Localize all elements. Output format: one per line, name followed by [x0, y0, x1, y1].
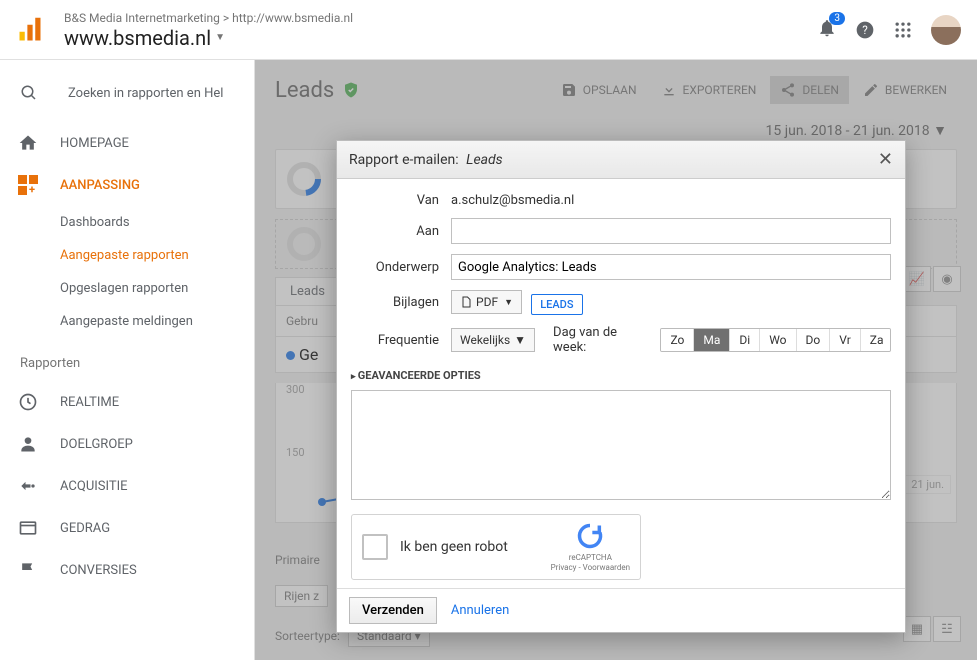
attachment-format-select[interactable]: PDF▼	[451, 290, 522, 314]
acquisition-icon	[18, 476, 38, 496]
subnav-aangepaste-rapporten[interactable]: Aangepaste rapporten	[60, 239, 254, 272]
home-icon	[18, 133, 38, 153]
frequency-select[interactable]: Wekelijks▼	[451, 328, 535, 352]
dow-zo[interactable]: Zo	[661, 329, 694, 351]
recaptcha-checkbox[interactable]	[362, 534, 388, 560]
frequency-label: Frequentie	[351, 333, 451, 348]
attachment-tag: LEADS	[531, 294, 582, 315]
recaptcha-icon	[576, 522, 604, 550]
dow-ma[interactable]: Ma	[694, 329, 730, 351]
dow-za[interactable]: Za	[861, 329, 891, 351]
person-icon	[18, 434, 38, 454]
pdf-icon	[460, 296, 472, 308]
clock-icon	[18, 392, 38, 412]
nav-realtime[interactable]: REALTIME	[0, 381, 254, 423]
nav-acquisitie[interactable]: ACQUISITIE	[0, 465, 254, 507]
recaptcha-brand: reCAPTCHA Privacy - Voorwaarden	[551, 522, 630, 573]
subject-input[interactable]	[451, 254, 891, 280]
recaptcha-label: Ik ben geen robot	[400, 539, 551, 555]
flag-icon	[18, 560, 38, 580]
help-icon[interactable]: ?	[855, 20, 875, 40]
sidebar: Zoeken in rapporten en Hel HOMEPAGE AANP…	[0, 60, 255, 660]
nav-aanpassing[interactable]: AANPASSING	[0, 164, 254, 206]
send-button[interactable]: Verzenden	[349, 597, 437, 624]
behavior-icon	[18, 518, 38, 538]
subject-label: Onderwerp	[351, 260, 451, 275]
avatar[interactable]	[931, 15, 961, 45]
subnav-aangepaste-meldingen[interactable]: Aangepaste meldingen	[60, 305, 254, 338]
notifications-badge: 3	[829, 12, 845, 25]
cancel-link[interactable]: Annuleren	[451, 603, 509, 618]
nav-homepage[interactable]: HOMEPAGE	[0, 122, 254, 164]
svg-text:?: ?	[862, 23, 868, 37]
nav-gedrag[interactable]: GEDRAG	[0, 507, 254, 549]
to-label: Aan	[351, 224, 451, 239]
attachments-label: Bijlagen	[351, 295, 451, 310]
ga-logo-icon	[16, 16, 44, 44]
dow-label: Dag van de week:	[553, 325, 652, 355]
notifications-button[interactable]: 3	[817, 18, 837, 42]
caret-down-icon: ▼	[215, 32, 225, 43]
rapporten-section-label: Rapporten	[0, 338, 254, 381]
domain-title: www.bsmedia.nl▼	[64, 26, 353, 50]
nav-conversies[interactable]: CONVERSIES	[0, 549, 254, 591]
from-value: a.schulz@bsmedia.nl	[451, 193, 891, 208]
apps-icon[interactable]	[893, 20, 913, 40]
top-bar: B&S Media Internetmarketing > http://www…	[0, 0, 977, 60]
account-switcher[interactable]: B&S Media Internetmarketing > http://www…	[64, 10, 353, 50]
breadcrumb: B&S Media Internetmarketing > http://www…	[64, 10, 353, 26]
recaptcha[interactable]: Ik ben geen robot reCAPTCHA Privacy - Vo…	[351, 514, 641, 580]
subnav-dashboards[interactable]: Dashboards	[60, 206, 254, 239]
to-input[interactable]	[451, 218, 891, 244]
nav-doelgroep[interactable]: DOELGROEP	[0, 423, 254, 465]
search-placeholder: Zoeken in rapporten en Hel	[68, 86, 223, 101]
day-of-week-group: Zo Ma Di Wo Do Vr Za	[660, 328, 891, 352]
advanced-options-toggle[interactable]: GEAVANCEERDE OPTIES	[351, 365, 891, 390]
dow-di[interactable]: Di	[730, 329, 760, 351]
dow-vr[interactable]: Vr	[830, 329, 861, 351]
dow-do[interactable]: Do	[797, 329, 831, 351]
from-label: Van	[351, 193, 451, 208]
message-textarea[interactable]	[351, 390, 891, 500]
search-icon	[20, 84, 38, 102]
dow-wo[interactable]: Wo	[760, 329, 796, 351]
email-report-modal: Rapport e-mailen: Leads ✕ Van a.schulz@b…	[336, 140, 906, 633]
subnav-opgeslagen-rapporten[interactable]: Opgeslagen rapporten	[60, 272, 254, 305]
close-button[interactable]: ✕	[878, 149, 893, 170]
customization-icon	[18, 175, 38, 195]
search-input[interactable]: Zoeken in rapporten en Hel	[0, 74, 254, 122]
modal-header: Rapport e-mailen: Leads ✕	[337, 141, 905, 179]
